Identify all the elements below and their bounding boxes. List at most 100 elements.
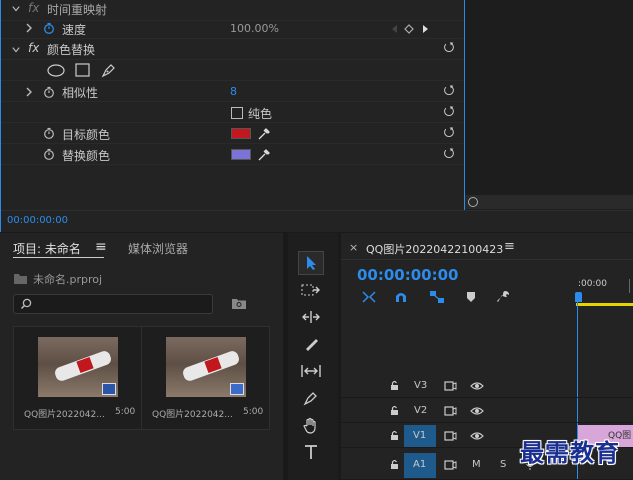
stopwatch-icon[interactable] (43, 86, 55, 98)
target-color-swatch[interactable] (231, 128, 251, 139)
sync-lock-icon[interactable] (444, 431, 457, 441)
project-item[interactable]: QQ图片2022042... 5:00 (14, 327, 142, 429)
track-v2: V2 (341, 399, 633, 423)
solid-label: 纯色 (248, 107, 273, 121)
type-icon (305, 445, 317, 459)
razor-tool[interactable] (298, 332, 324, 356)
ellipse-mask-icon[interactable] (47, 64, 65, 77)
ripple-edit-tool[interactable] (298, 305, 324, 329)
stopwatch-icon[interactable] (43, 22, 55, 34)
arrow-select-icon (307, 256, 316, 270)
find-folder-icon[interactable] (231, 297, 247, 310)
track-v3: V3 (341, 374, 633, 398)
reset-icon[interactable]: ⭯ (442, 126, 456, 140)
sync-lock-icon[interactable] (444, 460, 457, 470)
hand-tool[interactable] (298, 413, 324, 437)
add-marker-icon[interactable] (466, 291, 476, 303)
speed-row: 速度 100.00% (1, 18, 463, 39)
eyedropper-icon[interactable] (257, 147, 271, 162)
clip-thumbnail[interactable] (38, 337, 118, 397)
sequence-menu-icon[interactable]: ≡ (504, 239, 515, 254)
lock-icon[interactable] (390, 459, 399, 470)
prev-keyframe-icon[interactable] (390, 24, 398, 34)
eye-icon[interactable] (470, 431, 484, 441)
tab-media-browser[interactable]: 媒体浏览器 (128, 240, 188, 257)
target-color-row: 目标颜色 ⭯ (1, 123, 463, 144)
reset-icon[interactable]: ⭯ (442, 84, 456, 98)
mask-tools-row (1, 60, 463, 81)
search-input[interactable] (13, 294, 213, 314)
tab-menu-icon[interactable]: ≡ (95, 239, 107, 255)
linked-selection-icon[interactable] (429, 290, 445, 304)
lock-icon[interactable] (390, 405, 399, 416)
project-item-duration: 5:00 (243, 407, 264, 417)
chevron-right-icon[interactable] (25, 23, 33, 33)
tab-project[interactable]: 项目: 未命名 (13, 240, 81, 257)
time-ruler[interactable]: :00:00 (576, 263, 633, 308)
eye-icon[interactable] (470, 406, 484, 416)
type-tool[interactable] (298, 440, 324, 464)
scroll-handle[interactable] (468, 197, 478, 207)
track-name: V3 (414, 380, 428, 391)
slip-tool[interactable] (298, 359, 324, 383)
pen-tool[interactable] (298, 386, 324, 410)
add-keyframe-icon[interactable] (404, 24, 414, 34)
pen-mask-icon[interactable] (101, 62, 117, 78)
stopwatch-icon[interactable] (43, 127, 55, 139)
speed-label: 速度 (62, 23, 87, 37)
chevron-right-icon[interactable] (25, 87, 33, 97)
effect-controls-panel: fx 时间重映射 速度 100.00% fx 颜色替换 ⭯ 相似性 8 ⭯ 纯色… (0, 0, 633, 232)
project-file-icon (14, 274, 27, 284)
color-replace-label: 颜色替换 (47, 43, 96, 57)
effect-scroll-track[interactable] (465, 195, 633, 209)
track-select-tool[interactable] (298, 278, 324, 302)
clip-thumbnail[interactable] (166, 337, 246, 397)
close-icon[interactable]: × (349, 241, 358, 254)
sync-lock-icon[interactable] (444, 406, 457, 416)
chevron-down-icon[interactable] (12, 45, 20, 55)
reset-icon[interactable]: ⭯ (442, 105, 456, 119)
solid-checkbox[interactable] (231, 107, 243, 119)
selection-tool[interactable] (298, 251, 324, 275)
rectangle-mask-icon[interactable] (75, 63, 90, 77)
fx-badge[interactable]: fx (28, 41, 39, 55)
hand-icon (303, 417, 316, 434)
pen-icon (303, 392, 317, 406)
solid-row: 纯色 ⭯ (1, 102, 463, 123)
mute-button[interactable]: M (472, 459, 481, 470)
eyedropper-icon[interactable] (257, 126, 271, 141)
reset-icon[interactable]: ⭯ (442, 147, 456, 161)
sync-lock-icon[interactable] (444, 381, 457, 391)
similarity-value[interactable]: 8 (230, 85, 237, 98)
speed-value[interactable]: 100.00% (230, 22, 279, 35)
solo-button[interactable]: S (500, 459, 506, 470)
sequence-timecode[interactable]: 00:00:00:00 (357, 266, 459, 284)
lock-icon[interactable] (390, 380, 399, 391)
lock-icon[interactable] (390, 430, 399, 441)
replace-color-swatch[interactable] (231, 149, 251, 160)
chevron-down-icon[interactable] (12, 4, 20, 14)
effect-timeline-area[interactable] (464, 0, 633, 210)
next-keyframe-icon[interactable] (422, 24, 430, 34)
playhead-handle[interactable] (575, 292, 582, 302)
snap-magnet-icon[interactable] (394, 290, 408, 304)
clip-badge-icon (102, 383, 116, 395)
effect-footer: 00:00:00:00 (1, 210, 633, 232)
sequence-tab[interactable]: QQ图片20220422100423 (366, 241, 503, 257)
similarity-row: 相似性 8 ⭯ (1, 81, 463, 102)
wrench-icon[interactable] (496, 290, 510, 304)
effect-timecode[interactable]: 00:00:00:00 (7, 215, 68, 226)
fx-badge: fx (28, 1, 40, 15)
replace-color-label: 替换颜色 (62, 149, 111, 163)
search-icon (20, 298, 32, 310)
project-item[interactable]: QQ图片2022042... 5:00 (142, 327, 270, 429)
nest-icon[interactable] (361, 290, 377, 304)
stopwatch-icon[interactable] (43, 148, 55, 160)
eye-icon[interactable] (470, 381, 484, 391)
ripple-edit-icon (302, 311, 320, 323)
project-bin: QQ图片2022042... 5:00 QQ图片2022042... 5:00 (13, 326, 270, 430)
similarity-label: 相似性 (62, 86, 99, 100)
work-area-bar[interactable] (576, 303, 633, 306)
reset-icon[interactable]: ⭯ (442, 41, 456, 55)
watermark-text: 最需教育 (520, 437, 620, 467)
